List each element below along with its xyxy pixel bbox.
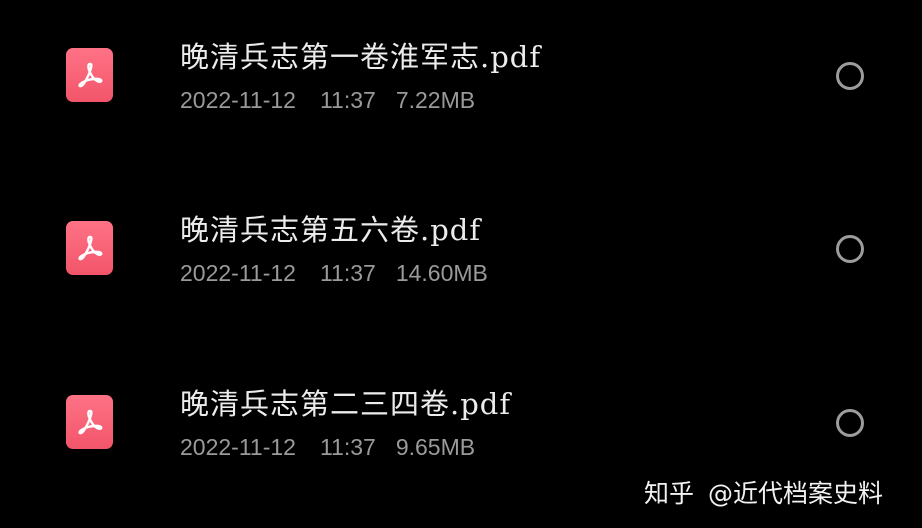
- file-time: 11:37: [319, 87, 376, 113]
- select-radio[interactable]: [836, 235, 864, 263]
- file-date: 2022-11-12: [180, 260, 296, 286]
- file-time: 11:37: [319, 434, 376, 460]
- watermark-handle: @近代档案史料: [708, 479, 884, 508]
- select-radio[interactable]: [836, 62, 864, 90]
- file-row[interactable]: 晚清兵志第五六卷.pdf 2022-11-12 11:37 14.60MB: [0, 163, 922, 333]
- acrobat-icon: [77, 409, 102, 435]
- file-name: 晚清兵志第二三四卷.pdf: [180, 387, 512, 421]
- file-meta: 2022-11-12 11:37 9.65MB: [180, 434, 475, 461]
- file-row[interactable]: 晚清兵志第一卷淮军志.pdf 2022-11-12 11:37 7.22MB: [0, 0, 922, 160]
- pdf-icon: [66, 48, 113, 102]
- acrobat-icon: [77, 235, 102, 261]
- file-size: 7.22MB: [395, 87, 476, 113]
- watermark-site: 知乎: [644, 479, 695, 508]
- select-radio[interactable]: [836, 409, 864, 437]
- file-size: 9.65MB: [395, 434, 476, 460]
- file-meta: 2022-11-12 11:37 14.60MB: [180, 260, 488, 287]
- pdf-icon: [66, 395, 113, 449]
- file-list: 晚清兵志第一卷淮军志.pdf 2022-11-12 11:37 7.22MB 晚清兵…: [0, 0, 922, 528]
- acrobat-icon: [77, 62, 102, 88]
- file-date: 2022-11-12: [180, 87, 296, 113]
- watermark: 知乎 @近代档案史料: [644, 474, 883, 510]
- file-date: 2022-11-12: [180, 434, 296, 460]
- file-name: 晚清兵志第五六卷.pdf: [180, 213, 482, 247]
- file-size: 14.60MB: [395, 260, 488, 286]
- pdf-icon: [66, 221, 113, 275]
- file-time: 11:37: [319, 260, 376, 286]
- file-meta: 2022-11-12 11:37 7.22MB: [180, 87, 475, 114]
- file-name: 晚清兵志第一卷淮军志.pdf: [180, 40, 542, 74]
